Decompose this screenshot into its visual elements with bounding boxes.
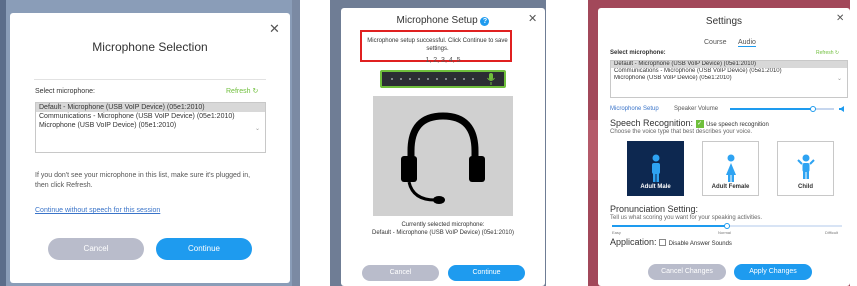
refresh-button[interactable]: Refresh ↻ [226,87,258,95]
count-text: 1, 2, 3, 4, 5 [425,57,461,64]
speech-heading-text: Speech Recognition: [610,118,694,128]
refresh-button[interactable]: Refresh ↻ [816,50,839,56]
apply-changes-button[interactable]: Apply Changes [734,264,812,280]
speech-checkbox[interactable]: ✓ [695,119,704,128]
list-option[interactable]: Communications - Microphone (USB VoIP De… [36,112,265,121]
pron-level-easy: Easy [612,230,621,235]
headset-image [373,96,513,216]
help-icon[interactable]: ? [480,17,490,26]
voice-tile-adult-female[interactable]: Adult Female [702,141,759,196]
pron-level-difficult: Difficult [825,230,839,235]
voice-prompt: Choose the voice type that best describe… [610,129,753,135]
disable-sounds-checkbox[interactable] [659,239,667,247]
refresh-icon: ↻ [252,88,259,95]
continue-button[interactable]: Continue [448,265,525,281]
slider-fill [612,225,727,227]
microphone-icon [487,73,495,85]
disable-sounds-label: Disable Answer Sounds [668,241,732,247]
microphone-setup-dialog: Microphone Setup ? ✕ Microphone setup su… [341,8,545,286]
title-divider [34,79,266,80]
dialog-title: Settings [705,16,743,27]
dialog-title: Microphone Selection [92,40,208,54]
voice-label: Adult Male [640,184,671,190]
pronunciation-slider[interactable] [612,223,842,229]
speech-recognition-heading: Speech Recognition: ✓ Use speech recogni… [610,118,769,128]
chevron-down-icon: ⌄ [836,76,842,82]
speaker-volume-slider[interactable] [730,106,834,112]
mic-level-meter [380,70,506,88]
slider-fill [730,108,813,110]
current-mic-label: Currently selected microphone: [401,222,485,228]
cancel-button[interactable]: Cancel [362,265,439,281]
mic-setup-link[interactable]: Microphone Setup [610,106,659,112]
refresh-label: Refresh [816,50,834,56]
close-icon[interactable]: ✕ [269,22,280,35]
pronunciation-desc: Tell us what scoring you want for your s… [610,215,763,221]
list-option[interactable]: Microphone (USB VoIP Device) (05e1:2010) [611,75,847,82]
voice-label: Adult Female [711,184,750,190]
application-heading: Application: Disable Answer Sounds [610,237,732,247]
close-icon[interactable]: ✕ [528,14,537,25]
application-heading-text: Application: [610,237,657,247]
microphone-selection-dialog: ✕ Microphone Selection Select microphone… [10,13,290,283]
cancel-changes-button[interactable]: Cancel Changes [648,264,726,280]
list-option[interactable]: Default - Microphone (USB VoIP Device) (… [36,103,265,112]
tab-course[interactable]: Course [704,39,727,46]
speaker-icon [839,106,844,112]
list-option[interactable]: Default - Microphone (USB VoIP Device) (… [611,61,847,68]
success-message: Microphone setup successful. Click Conti… [367,38,508,52]
settings-dialog: Settings ✕ Course Audio Select microphon… [598,8,850,286]
slider-thumb[interactable] [810,106,816,112]
voice-label: Child [798,184,813,190]
dialog-title: Microphone Setup [396,15,478,26]
microphone-list[interactable]: Default - Microphone (USB VoIP Device) (… [35,102,266,153]
speaker-volume-label: Speaker Volume [674,106,719,112]
current-mic-device: Default - Microphone (USB VoIP Device) (… [372,230,514,236]
microphone-list[interactable]: Default - Microphone (USB VoIP Device) (… [610,60,848,98]
list-option[interactable]: Communications - Microphone (USB VoIP De… [611,68,847,75]
list-option[interactable]: Microphone (USB VoIP Device) (05e1:2010) [36,121,265,130]
female-icon [725,154,736,182]
pronunciation-heading: Pronunciation Setting: [610,204,699,214]
refresh-icon: ↻ [834,50,840,56]
select-microphone-label: Select microphone: [610,50,666,56]
close-icon[interactable]: ✕ [836,14,844,24]
continue-button[interactable]: Continue [156,238,252,260]
help-text: If you don't see your microphone in this… [35,172,251,189]
select-microphone-label: Select microphone: [35,88,95,95]
speech-checkbox-label: Use speech recognition [706,122,769,128]
tab-audio[interactable]: Audio [738,39,756,47]
voice-tile-child[interactable]: Child [777,141,834,196]
slider-thumb[interactable] [724,223,730,229]
continue-without-speech-link[interactable]: Continue without speech for this session [35,207,160,214]
headset-icon [401,112,485,204]
pron-level-normal: Normal [718,230,731,235]
refresh-label: Refresh [226,88,251,95]
child-icon [796,154,815,179]
dialog-title-row: Microphone Setup ? [341,15,545,26]
cancel-button[interactable]: Cancel [48,238,144,260]
voice-tile-adult-male[interactable]: Adult Male [627,141,684,196]
chevron-down-icon: ⌄ [254,126,260,132]
male-icon [651,154,660,182]
